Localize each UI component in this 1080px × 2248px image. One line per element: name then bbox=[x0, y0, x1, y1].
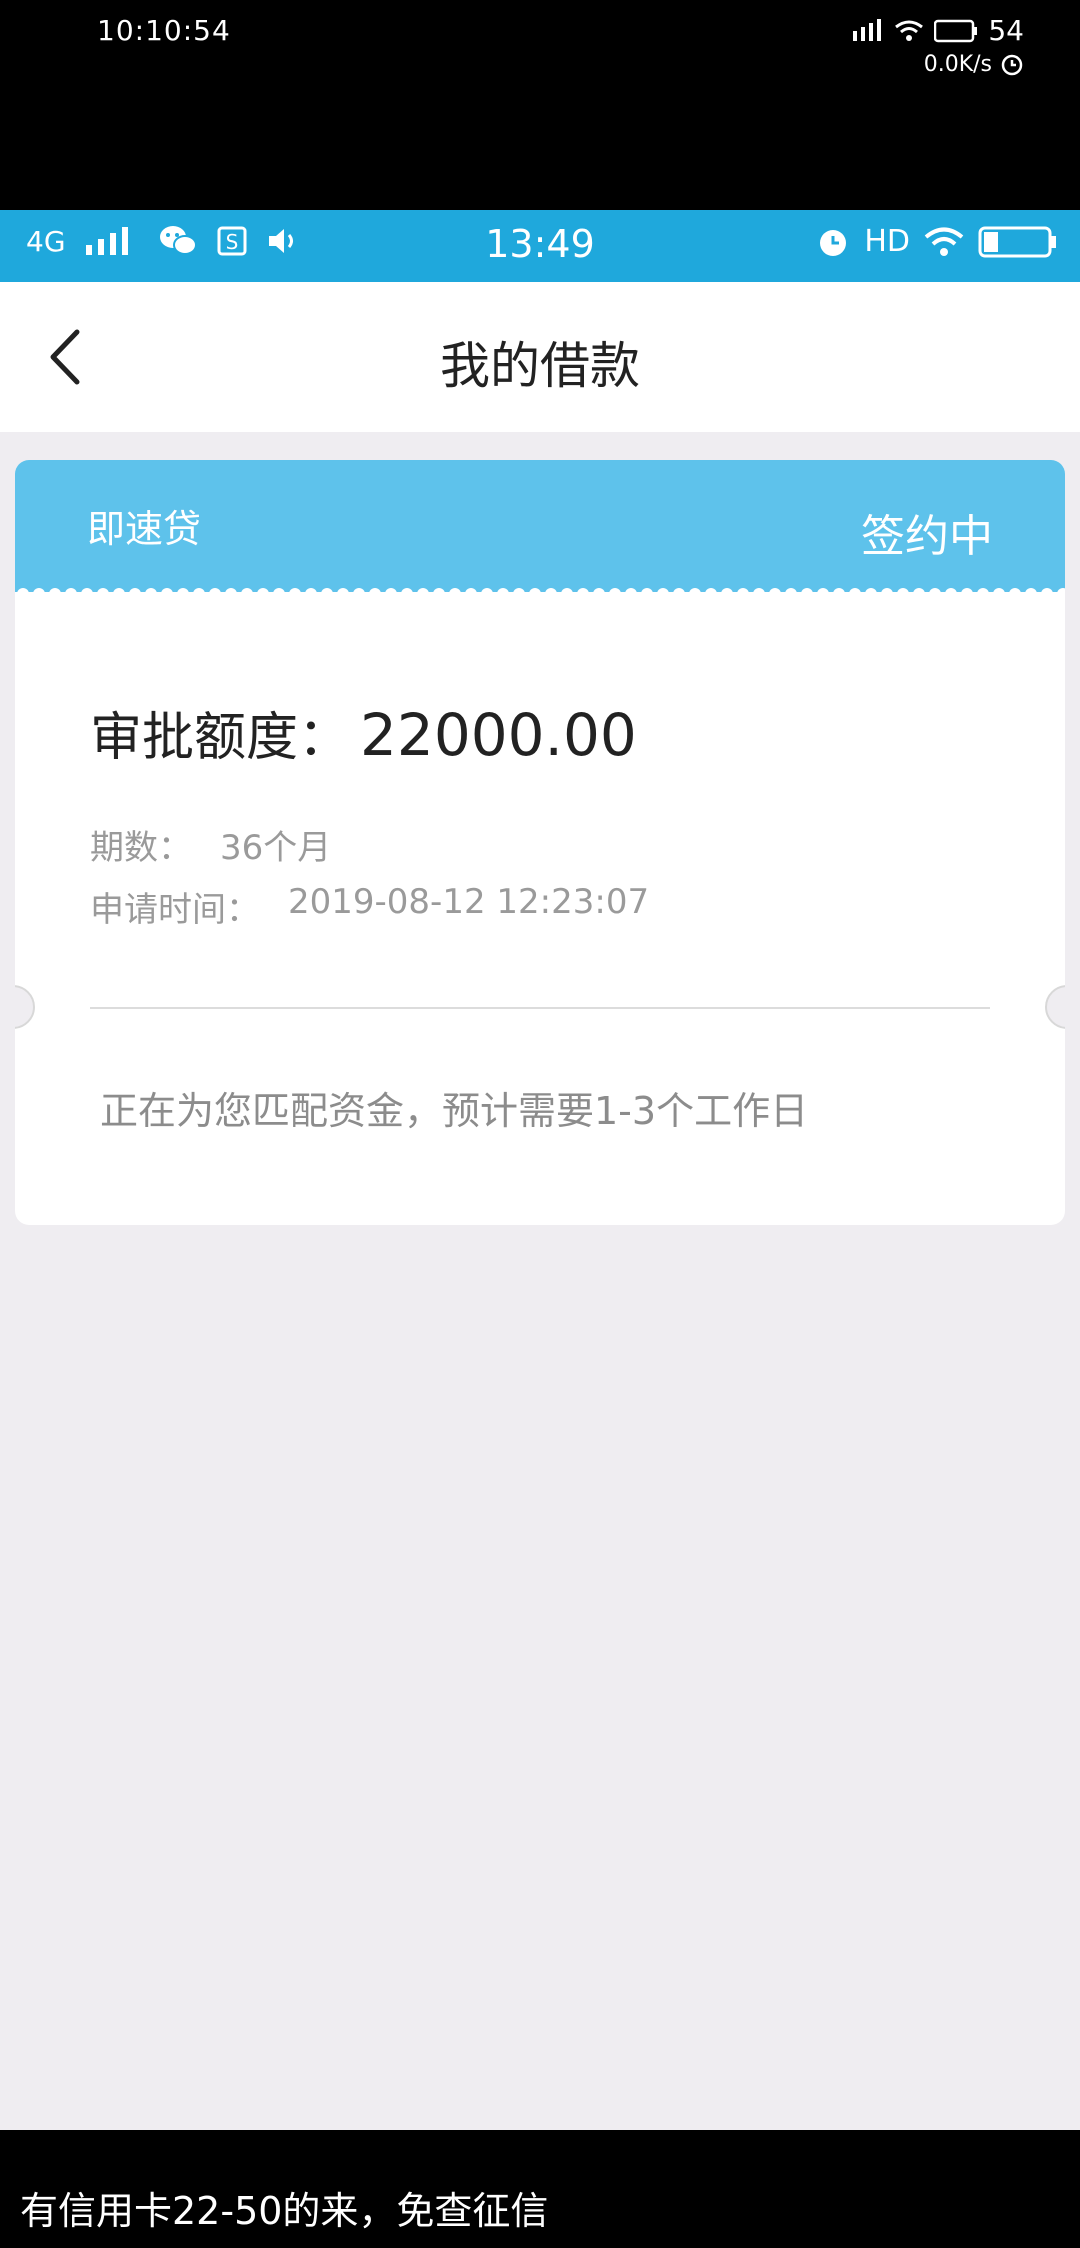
hd-label: HD bbox=[864, 224, 910, 259]
term-row: 期数： 36个月 bbox=[90, 820, 331, 869]
apply-time-row: 申请时间： 2019-08-12 12:23:07 bbox=[90, 882, 649, 931]
apply-time-value: 2019-08-12 12:23:07 bbox=[288, 882, 650, 922]
amount-value: 22000.00 bbox=[360, 701, 637, 769]
amount-label: 审批额度： bbox=[90, 708, 351, 768]
battery-icon bbox=[934, 19, 978, 42]
app-screen: 4G S 13:49 HD 我的借款 即速贷 签约中 审批额度： 22000.0… bbox=[0, 210, 1080, 2130]
battery-level: 54 bbox=[988, 14, 1024, 47]
card-notch-right bbox=[1045, 985, 1065, 1029]
product-name: 即速贷 bbox=[87, 507, 202, 551]
signal-icon bbox=[853, 18, 882, 41]
loan-status: 签约中 bbox=[861, 511, 993, 562]
nav-bar: 我的借款 bbox=[0, 282, 1080, 432]
caption-text: 有信用卡22-50的来，免查征信 bbox=[20, 2189, 549, 2233]
net-speed-label: 0.0K/s bbox=[923, 52, 992, 77]
term-value: 36个月 bbox=[220, 828, 332, 868]
term-label: 期数： bbox=[90, 828, 192, 868]
inner-status-bar: 4G S 13:49 HD bbox=[0, 210, 1080, 282]
wifi-icon bbox=[924, 227, 964, 256]
alarm-icon bbox=[820, 229, 847, 256]
battery-icon bbox=[978, 226, 1056, 257]
outer-clock: 10:10:54 bbox=[97, 14, 231, 47]
page-title: 我的借款 bbox=[440, 337, 640, 395]
outer-status-bar: 10:10:54 54 0.0K/s bbox=[0, 0, 1080, 210]
loan-card-header: 即速贷 签约中 bbox=[15, 460, 1065, 594]
matching-note: 正在为您匹配资金，预计需要1-3个工作日 bbox=[100, 1089, 809, 1133]
clock-icon bbox=[1001, 54, 1023, 75]
caption-bar: 有信用卡22-50的来，免查征信 bbox=[0, 2160, 1080, 2248]
inner-status-right: HD bbox=[816, 224, 1058, 259]
wifi-icon bbox=[895, 20, 924, 41]
card-notch-left bbox=[15, 985, 35, 1029]
approved-amount: 审批额度： 22000.00 bbox=[90, 695, 637, 770]
apply-time-label: 申请时间： bbox=[90, 890, 260, 930]
loan-card[interactable]: 即速贷 签约中 审批额度： 22000.00 期数： 36个月 申请时间： 20… bbox=[15, 460, 1065, 1225]
card-divider bbox=[90, 1007, 990, 1009]
outer-status-icons: 54 bbox=[852, 14, 1024, 47]
net-speed: 0.0K/s bbox=[924, 52, 1024, 77]
scallop-edge bbox=[15, 580, 1065, 594]
